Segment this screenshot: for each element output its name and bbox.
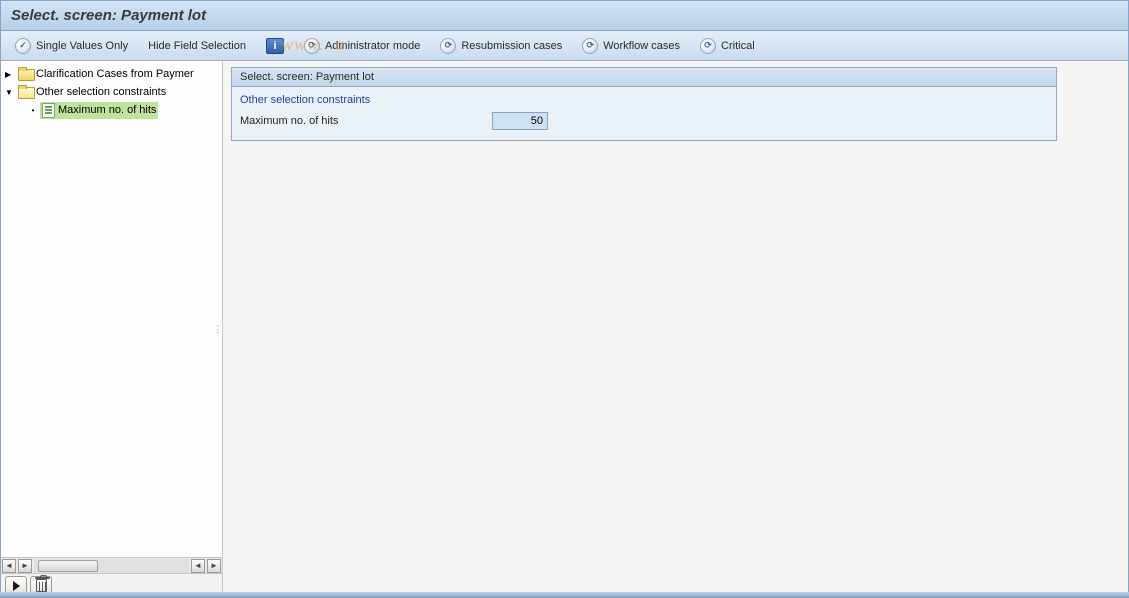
field-selection-sidebar: ▶ Clarification Cases from Paymer ▼ Othe… [1,61,223,597]
document-icon [42,103,55,118]
application-toolbar: ✓ Single Values Only Hide Field Selectio… [1,31,1128,61]
toolbar-label: Single Values Only [36,40,128,52]
tree-horizontal-scrollbar[interactable]: ◄ ► ◄ ► [1,557,222,573]
resubmission-cases-button[interactable]: ⟳ Resubmission cases [434,36,568,56]
scroll-track[interactable] [34,559,189,573]
tree-label: Other selection constraints [36,86,166,98]
clock-icon: ⟳ [700,38,716,54]
folder-open-icon [18,86,33,98]
field-label: Maximum no. of hits [240,115,486,127]
splitter-handle[interactable]: ⋮ [214,314,221,344]
workflow-cases-button[interactable]: ⟳ Workflow cases [576,36,686,56]
trash-icon [36,579,47,592]
info-button[interactable]: i [260,36,290,56]
toolbar-label: Workflow cases [603,40,680,52]
scroll-right-button-2[interactable]: ► [207,559,221,573]
tree-label: Clarification Cases from Paymer [36,68,194,80]
scroll-left-button[interactable]: ◄ [2,559,16,573]
folder-closed-icon [18,68,33,80]
window-bottom-border [0,592,1129,598]
tree-label: Maximum no. of hits [58,104,156,116]
selection-panel: Select. screen: Payment lot Other select… [231,67,1057,141]
window-titlebar: Select. screen: Payment lot [1,1,1128,31]
window-title: Select. screen: Payment lot [11,7,206,24]
administrator-mode-button[interactable]: ⟳ Administrator mode [298,36,426,56]
section-title: Other selection constraints [240,91,1048,112]
clock-icon: ⟳ [582,38,598,54]
scroll-left-button-2[interactable]: ◄ [191,559,205,573]
panel-header: Select. screen: Payment lot [232,68,1056,87]
info-icon: i [266,38,284,54]
single-values-only-button[interactable]: ✓ Single Values Only [9,36,134,56]
toolbar-label: Resubmission cases [461,40,562,52]
main-content-area: Select. screen: Payment lot Other select… [223,61,1128,597]
critical-button[interactable]: ⟳ Critical [694,36,761,56]
leaf-bullet-icon: • [29,106,37,115]
clock-icon: ⟳ [440,38,456,54]
selection-tree[interactable]: ▶ Clarification Cases from Paymer ▼ Othe… [1,61,222,557]
tree-node-other-constraints[interactable]: ▼ Other selection constraints [1,83,222,101]
collapse-icon[interactable]: ▼ [5,88,15,97]
clock-icon: ⟳ [304,38,320,54]
hide-field-selection-button[interactable]: Hide Field Selection [142,38,252,54]
tree-node-clarification-cases[interactable]: ▶ Clarification Cases from Paymer [1,65,222,83]
max-hits-input[interactable] [492,112,548,130]
play-icon [13,581,20,591]
expand-icon[interactable]: ▶ [5,70,15,79]
toolbar-label: Administrator mode [325,40,420,52]
scroll-thumb[interactable] [38,560,98,572]
toolbar-label: Critical [721,40,755,52]
max-hits-field-row: Maximum no. of hits [240,112,1048,130]
scroll-right-button[interactable]: ► [18,559,32,573]
execute-icon: ✓ [15,38,31,54]
toolbar-label: Hide Field Selection [148,40,246,52]
panel-body: Other selection constraints Maximum no. … [232,87,1056,140]
tree-node-max-hits[interactable]: • Maximum no. of hits [1,101,222,119]
